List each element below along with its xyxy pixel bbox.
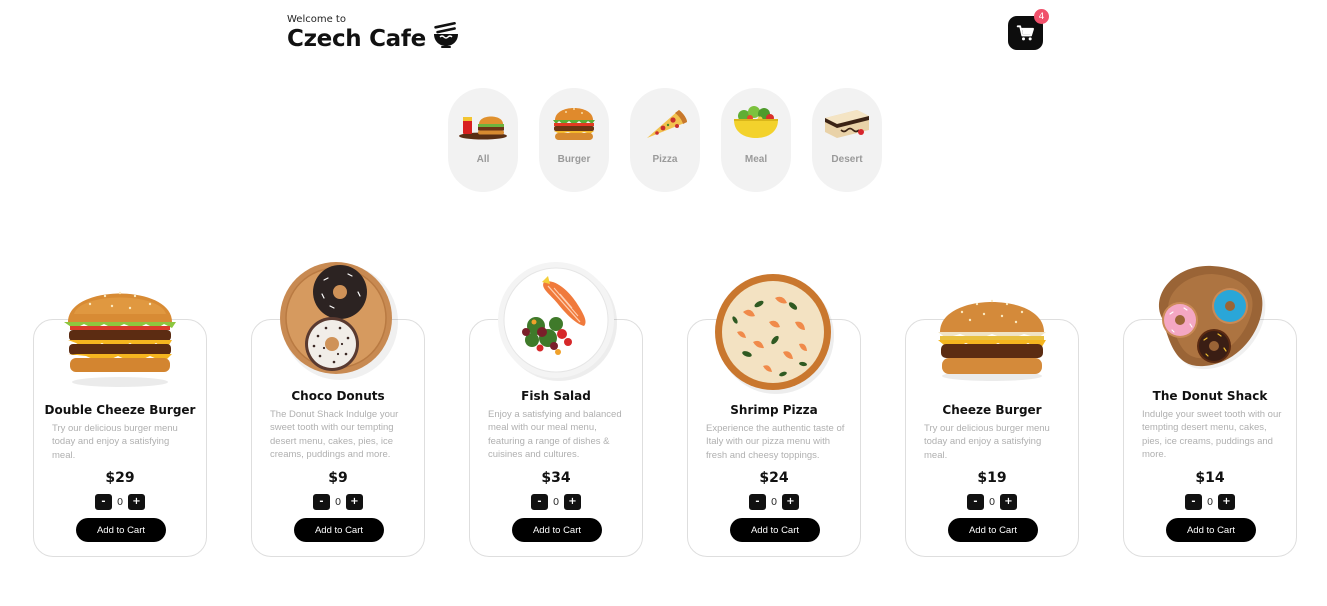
product-description: Try our delicious burger menu today and … xyxy=(52,423,178,461)
add-to-cart-button[interactable]: Add to Cart xyxy=(1166,518,1256,542)
increase-button[interactable]: + xyxy=(564,494,581,510)
product-title: Fish Salad xyxy=(521,389,591,403)
category-label: Burger xyxy=(557,154,591,165)
decrease-button[interactable]: - xyxy=(95,494,112,510)
quantity-value: 0 xyxy=(334,496,342,508)
shrimp-pizza-image xyxy=(715,274,834,394)
quantity-stepper: - 0 + xyxy=(470,494,642,510)
category-label: All xyxy=(476,154,490,165)
ramen-bowl-icon xyxy=(432,21,460,49)
quantity-stepper: - 0 + xyxy=(688,494,860,510)
product-title: Shrimp Pizza xyxy=(730,403,818,417)
quantity-stepper: - 0 + xyxy=(906,494,1078,510)
burger-icon xyxy=(553,108,595,140)
add-to-cart-button[interactable]: Add to Cart xyxy=(512,518,602,542)
add-to-cart-button[interactable]: Add to Cart xyxy=(948,518,1038,542)
add-to-cart-button[interactable]: Add to Cart xyxy=(76,518,166,542)
increase-button[interactable]: + xyxy=(782,494,799,510)
product-title: The Donut Shack xyxy=(1152,389,1268,403)
pizza-slice-icon xyxy=(647,110,687,138)
product-price: $9 xyxy=(328,470,348,486)
product-price: $29 xyxy=(105,470,135,486)
quantity-value: 0 xyxy=(988,496,996,508)
product-card: Fish Salad Enjoy a satisfying and balanc… xyxy=(469,262,643,557)
category-desert[interactable]: Desert xyxy=(812,88,882,192)
product-title: Double Cheeze Burger xyxy=(44,403,196,417)
quantity-value: 0 xyxy=(1206,496,1214,508)
product-title: Choco Donuts xyxy=(291,389,385,403)
product-price: $24 xyxy=(759,470,789,486)
product-card: The Donut Shack Indulge your sweet tooth… xyxy=(1123,265,1297,557)
decrease-button[interactable]: - xyxy=(1185,494,1202,510)
category-meal[interactable]: Meal xyxy=(721,88,791,192)
decrease-button[interactable]: - xyxy=(749,494,766,510)
product-price: $19 xyxy=(977,470,1007,486)
product-description: Indulge your sweet tooth with our tempti… xyxy=(1142,409,1282,460)
quantity-stepper: - 0 + xyxy=(34,494,206,510)
category-burger[interactable]: Burger xyxy=(539,88,609,192)
brand-title: Czech Cafe xyxy=(287,26,426,52)
category-label: Desert xyxy=(831,154,863,165)
product-card: Choco Donuts The Donut Shack Indulge you… xyxy=(251,262,425,557)
fish-salad-image xyxy=(498,262,617,381)
product-price: $34 xyxy=(541,470,571,486)
product-description: Try our delicious burger menu today and … xyxy=(924,423,1050,461)
product-description: The Donut Shack Indulge your sweet tooth… xyxy=(270,409,399,460)
increase-button[interactable]: + xyxy=(1000,494,1017,510)
product-description: Enjoy a satisfying and balanced meal wit… xyxy=(488,409,622,460)
product-card: Shrimp Pizza Experience the authentic ta… xyxy=(687,274,861,557)
double-cheeze-burger-image xyxy=(64,291,176,387)
add-to-cart-button[interactable]: Add to Cart xyxy=(294,518,384,542)
quantity-value: 0 xyxy=(552,496,560,508)
increase-button[interactable]: + xyxy=(128,494,145,510)
choco-donuts-image xyxy=(280,262,398,380)
burger-meal-icon xyxy=(459,116,507,140)
product-title: Cheeze Burger xyxy=(942,403,1042,417)
product-card: Cheeze Burger Try our delicious burger m… xyxy=(905,299,1079,557)
cheeze-burger-image xyxy=(938,299,1046,381)
cart-count-badge: 4 xyxy=(1034,9,1049,24)
product-card: Double Cheeze Burger Try our delicious b… xyxy=(33,291,207,557)
cake-slice-icon xyxy=(825,110,869,138)
category-pizza[interactable]: Pizza xyxy=(630,88,700,192)
donut-shack-image xyxy=(1159,265,1266,370)
decrease-button[interactable]: - xyxy=(967,494,984,510)
add-to-cart-button[interactable]: Add to Cart xyxy=(730,518,820,542)
brand: Welcome to Czech Cafe xyxy=(287,14,460,52)
salad-bowl-icon xyxy=(734,106,778,138)
increase-button[interactable]: + xyxy=(346,494,363,510)
decrease-button[interactable]: - xyxy=(313,494,330,510)
increase-button[interactable]: + xyxy=(1218,494,1235,510)
quantity-stepper: - 0 + xyxy=(252,494,424,510)
category-label: Meal xyxy=(744,154,768,165)
brand-title-row: Czech Cafe xyxy=(287,21,460,52)
product-description: Experience the authentic taste of Italy … xyxy=(706,423,845,461)
category-label: Pizza xyxy=(652,154,678,165)
category-all[interactable]: All xyxy=(448,88,518,192)
product-price: $14 xyxy=(1195,470,1225,486)
quantity-value: 0 xyxy=(116,496,124,508)
cart-icon xyxy=(1016,25,1034,41)
quantity-value: 0 xyxy=(770,496,778,508)
quantity-stepper: - 0 + xyxy=(1124,494,1296,510)
decrease-button[interactable]: - xyxy=(531,494,548,510)
